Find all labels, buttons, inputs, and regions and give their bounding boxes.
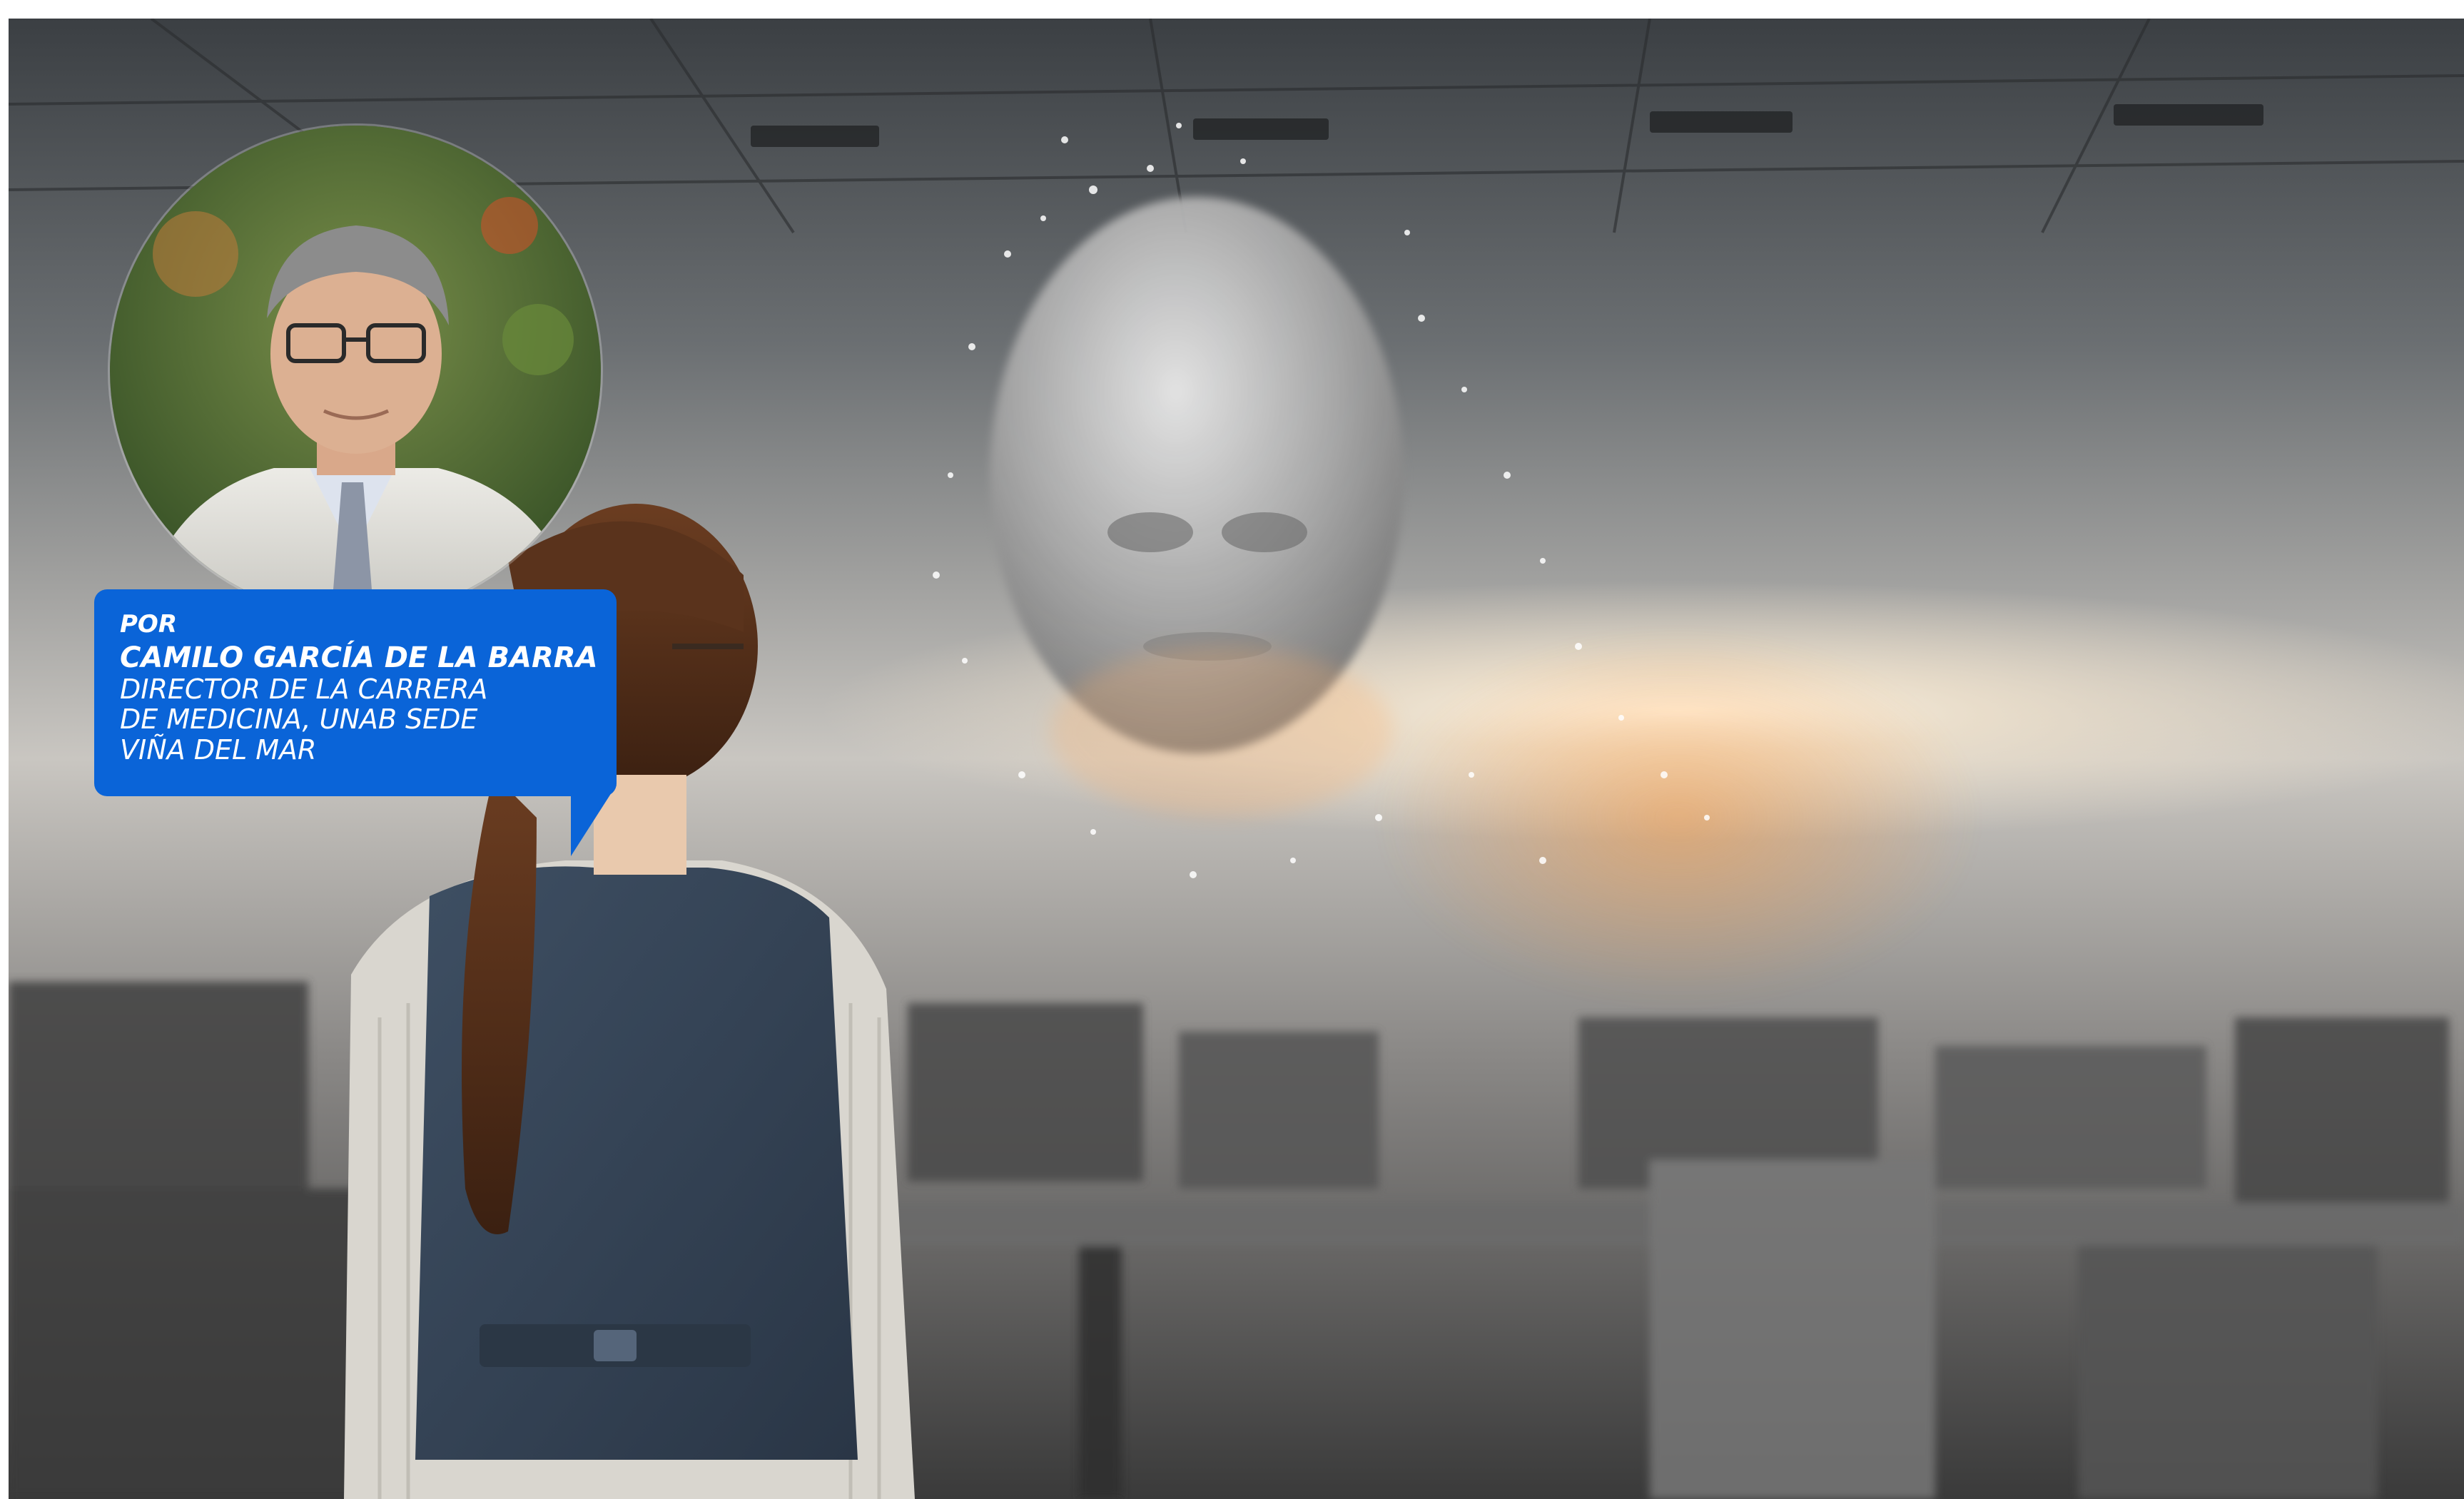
author-photo-illustration — [110, 126, 601, 616]
byline-prefix: POR — [120, 610, 178, 639]
byline-bubble-tail — [571, 785, 617, 856]
author-name: CAMILO GARCÍA DE LA BARRA — [120, 641, 598, 675]
author-role-line-2: DE MEDICINA, UNAB SEDE — [120, 703, 478, 736]
byline-text: POR CAMILO GARCÍA DE LA BARRA DIRECTOR D… — [120, 611, 605, 766]
image-frame: POR CAMILO GARCÍA DE LA BARRA DIRECTOR D… — [0, 0, 2464, 1499]
author-portrait — [110, 126, 601, 616]
author-role-line-1: DIRECTOR DE LA CARRERA — [120, 673, 488, 705]
author-role-line-3: VIÑA DEL MAR — [120, 733, 317, 766]
